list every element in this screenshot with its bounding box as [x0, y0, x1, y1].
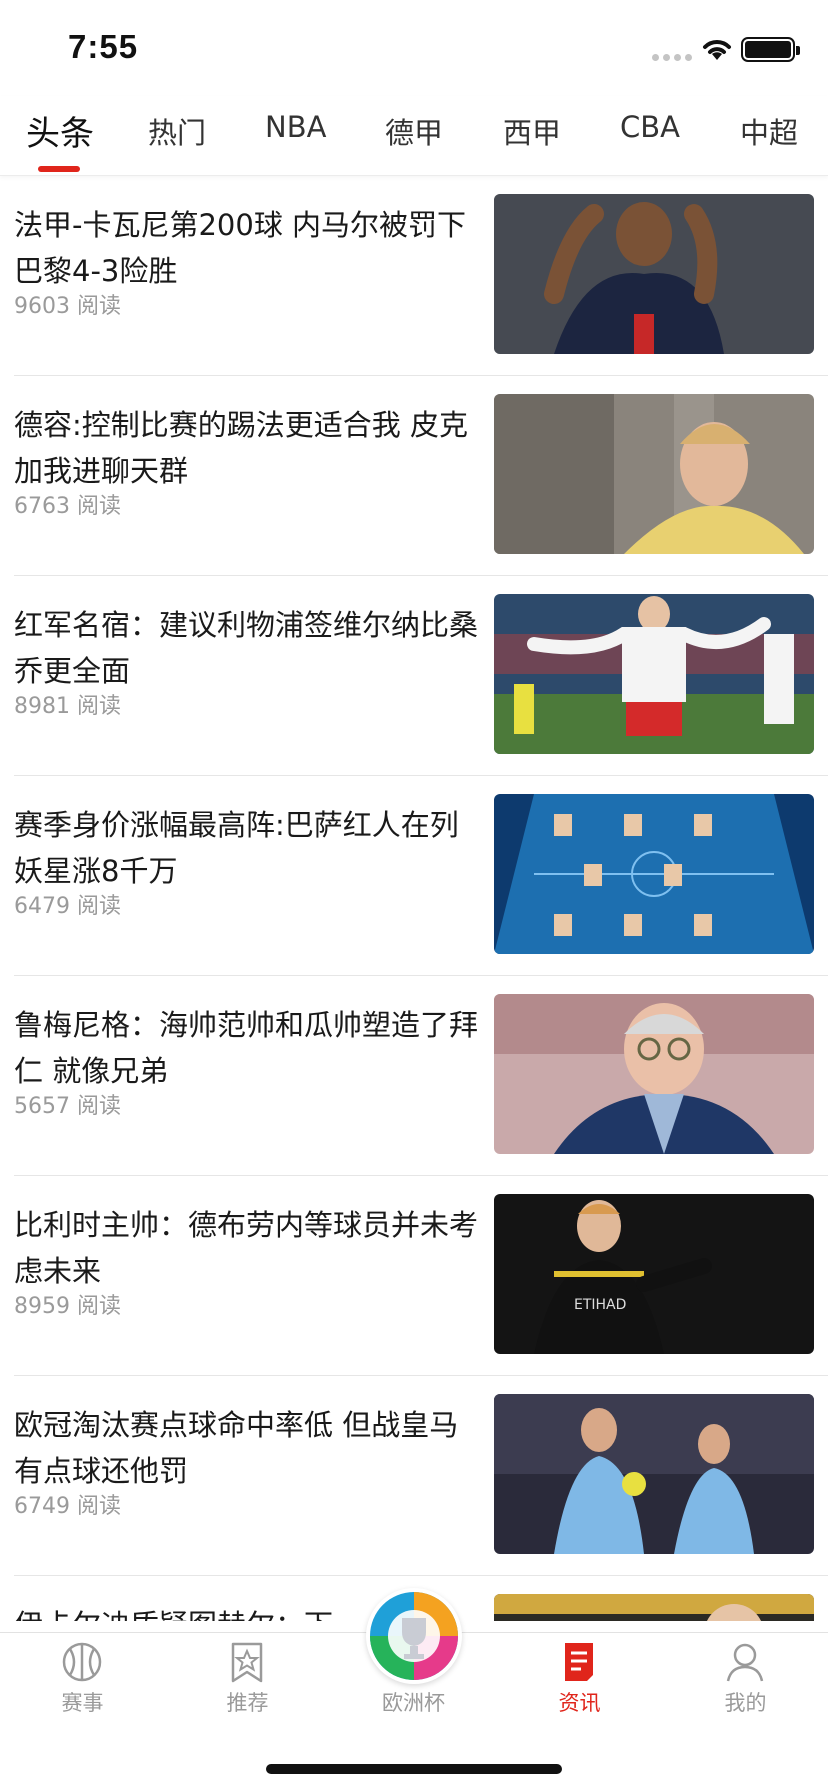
tab-csl[interactable]: 中超	[740, 110, 798, 152]
tab-laliga[interactable]: 西甲	[503, 110, 561, 152]
news-title: 比利时主帅：德布劳内等球员并未考虑未来	[14, 1208, 479, 1288]
nav-news[interactable]: 资讯	[497, 1633, 662, 1723]
read-count: 6763 阅读	[14, 494, 121, 519]
news-item[interactable]: 法甲-卡瓦尼第200球 内马尔被罚下 巴黎4-3险胜 9603 阅读	[14, 176, 828, 376]
signal-icon	[652, 54, 692, 61]
profile-icon	[726, 1643, 764, 1682]
news-thumbnail	[494, 394, 814, 554]
read-count: 6749 阅读	[14, 1494, 121, 1519]
news-item[interactable]: 欧冠淘汰赛点球命中率低 但战皇马有点球还他罚 6749 阅读	[14, 1376, 828, 1576]
read-count: 5657 阅读	[14, 1094, 121, 1119]
nav-label: 资讯	[558, 1691, 601, 1715]
news-title: 赛季身价涨幅最高阵:巴萨红人在列 妖星涨8千万	[14, 808, 459, 888]
euro-cup-icon[interactable]	[366, 1588, 462, 1684]
tab-nba[interactable]: NBA	[265, 110, 326, 144]
nav-profile[interactable]: 我的	[663, 1633, 828, 1723]
nav-events[interactable]: 赛事	[0, 1633, 165, 1723]
news-title: 欧冠淘汰赛点球命中率低 但战皇马有点球还他罚	[14, 1408, 459, 1488]
wifi-icon	[703, 40, 731, 60]
tab-bundesliga[interactable]: 德甲	[385, 110, 443, 152]
tab-hot[interactable]: 热门	[148, 110, 206, 152]
tab-cba[interactable]: CBA	[620, 110, 680, 144]
nav-label: 推荐	[226, 1691, 269, 1715]
tab-headlines[interactable]: 头条	[26, 106, 94, 155]
news-doc-icon	[565, 1643, 593, 1681]
news-thumbnail	[494, 1394, 814, 1554]
news-thumbnail	[494, 194, 814, 354]
news-title: 法甲-卡瓦尼第200球 内马尔被罚下 巴黎4-3险胜	[14, 208, 467, 288]
news-item[interactable]: 红军名宿：建议利物浦签维尔纳比桑乔更全面 8981 阅读	[14, 576, 828, 776]
news-title: 红军名宿：建议利物浦签维尔纳比桑乔更全面	[14, 608, 479, 688]
news-item[interactable]: 赛季身价涨幅最高阵:巴萨红人在列 妖星涨8千万 6479 阅读	[14, 776, 828, 976]
news-title: 德容:控制比赛的踢法更适合我 皮克加我进聊天群	[14, 408, 468, 488]
news-thumbnail: ETIHAD	[494, 1194, 814, 1354]
news-thumbnail	[494, 994, 814, 1154]
category-tabs: 头条 热门 NBA 德甲 西甲 CBA 中超	[0, 96, 828, 176]
status-time: 7:55	[68, 28, 139, 65]
battery-icon	[741, 37, 800, 62]
news-thumbnail	[494, 594, 814, 754]
news-thumbnail	[494, 794, 814, 954]
read-count: 8981 阅读	[14, 694, 121, 719]
home-indicator	[266, 1764, 562, 1774]
news-item[interactable]: 比利时主帅：德布劳内等球员并未考虑未来 8959 阅读 ETIHAD	[14, 1176, 828, 1376]
basketball-icon	[62, 1642, 102, 1682]
status-bar: 7:55	[0, 0, 828, 96]
nav-label: 我的	[724, 1691, 767, 1715]
bookmark-star-icon	[231, 1642, 263, 1683]
nav-label: 欧洲杯	[382, 1691, 445, 1715]
svg-text:ETIHAD: ETIHAD	[574, 1297, 626, 1313]
news-item[interactable]: 德容:控制比赛的踢法更适合我 皮克加我进聊天群 6763 阅读	[14, 376, 828, 576]
read-count: 9603 阅读	[14, 294, 121, 319]
news-thumbnail	[494, 1594, 814, 1621]
active-tab-indicator	[38, 166, 80, 172]
news-title: 鲁梅尼格：海帅范帅和瓜帅塑造了拜仁 就像兄弟	[14, 1008, 479, 1088]
nav-recommend[interactable]: 推荐	[165, 1633, 330, 1723]
read-count: 6479 阅读	[14, 894, 121, 919]
news-item[interactable]: 鲁梅尼格：海帅范帅和瓜帅塑造了拜仁 就像兄弟 5657 阅读	[14, 976, 828, 1176]
nav-label: 赛事	[61, 1691, 104, 1715]
read-count: 8959 阅读	[14, 1294, 121, 1319]
news-list: 法甲-卡瓦尼第200球 内马尔被罚下 巴黎4-3险胜 9603 阅读 德容:控制…	[0, 176, 828, 1621]
